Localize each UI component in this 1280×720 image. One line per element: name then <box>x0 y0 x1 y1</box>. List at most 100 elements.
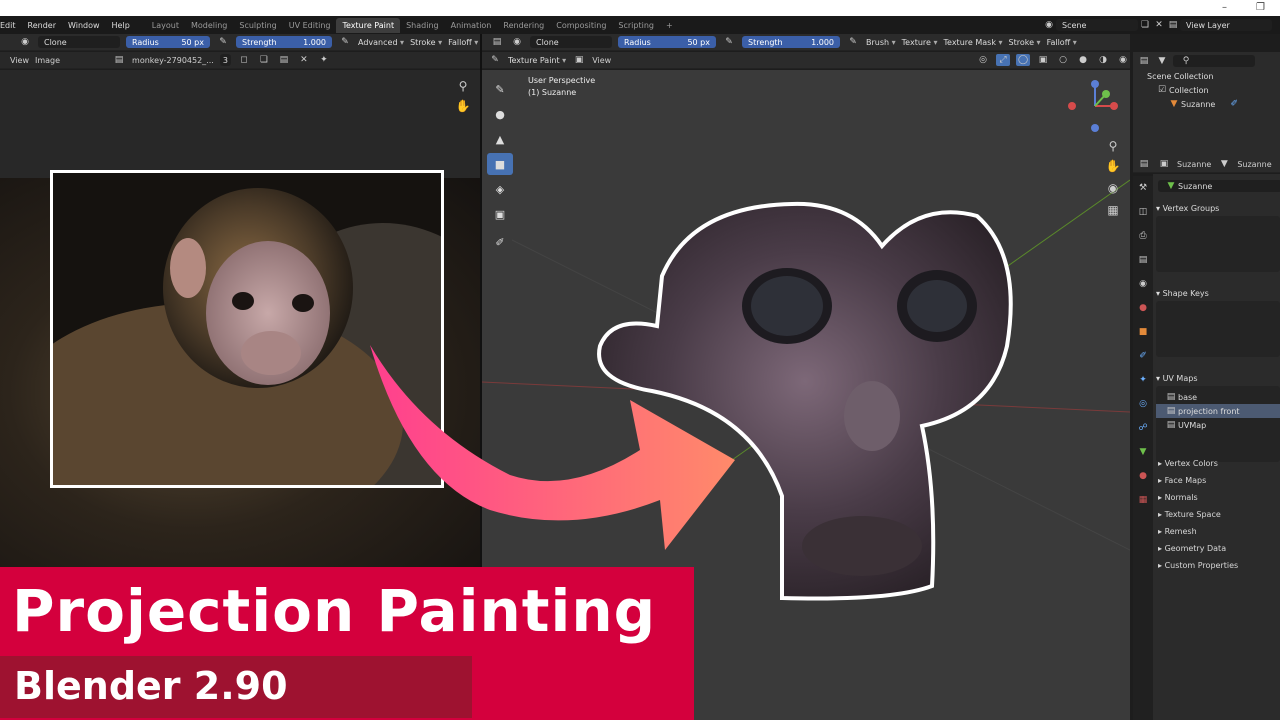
uv-map-item-selected[interactable]: ▤ projection front <box>1156 404 1280 418</box>
uv-maps-header[interactable]: ▾ UV Maps <box>1156 370 1280 386</box>
brush-name-field[interactable]: Clone <box>38 36 120 48</box>
world-tab-icon[interactable]: ● <box>1136 302 1150 314</box>
tab-scripting[interactable]: Scripting <box>612 18 660 33</box>
image-name[interactable]: monkey-2790452_... <box>132 56 214 65</box>
object-tab-icon[interactable]: ■ <box>1136 326 1150 338</box>
mesh-data-tab-icon[interactable]: ▼ <box>1136 446 1150 458</box>
image-menu[interactable]: Image <box>35 56 60 65</box>
menu-render[interactable]: Render <box>22 21 62 30</box>
mask-icon[interactable]: ▣ <box>572 54 586 66</box>
texture-dropdown[interactable]: Texture <box>902 38 938 47</box>
pressure-strength-icon[interactable]: ✎ <box>338 36 352 48</box>
soften-tool-icon[interactable]: ● <box>487 103 513 125</box>
tab-shading[interactable]: Shading <box>400 18 445 33</box>
render-tab-icon[interactable]: ◫ <box>1136 206 1150 218</box>
menu-edit[interactable]: Edit <box>0 21 22 30</box>
viewport-pan-icon[interactable]: ✋ <box>1106 159 1121 173</box>
collection-row[interactable]: ☑ Collection <box>1133 83 1280 97</box>
xray-icon[interactable]: ▣ <box>1036 54 1050 66</box>
viewport-pressure-strength-icon[interactable]: ✎ <box>846 36 860 48</box>
shading-solid-icon[interactable]: ● <box>1076 54 1090 66</box>
tab-uv-editing[interactable]: UV Editing <box>283 18 337 33</box>
shading-render-icon[interactable]: ◉ <box>1116 54 1130 66</box>
physics-tab-icon[interactable]: ◎ <box>1136 398 1150 410</box>
restore-icon[interactable]: ❐ <box>1256 2 1265 13</box>
gizmo-icon[interactable]: ⤢ <box>996 54 1010 66</box>
overlay-icon[interactable]: ◯ <box>1016 54 1030 66</box>
uv-map-item[interactable]: ▤ UVMap <box>1156 418 1280 432</box>
scene-tab-icon[interactable]: ◉ <box>1136 278 1150 290</box>
viewport-falloff-dropdown[interactable]: Falloff <box>1047 38 1077 47</box>
shading-wire-icon[interactable]: ○ <box>1056 54 1070 66</box>
view-layer-selector[interactable]: View Layer <box>1180 19 1272 31</box>
face-maps-panel[interactable]: ▸ Face Maps <box>1158 472 1206 489</box>
image-browse-icon[interactable]: ▤ <box>112 54 126 66</box>
tab-animation[interactable]: Animation <box>445 18 498 33</box>
texture-mask-dropdown[interactable]: Texture Mask <box>944 38 1003 47</box>
menu-help[interactable]: Help <box>106 21 136 30</box>
new-image-icon[interactable]: ❏ <box>257 54 271 66</box>
mode-dropdown[interactable]: Texture Paint <box>508 56 566 65</box>
zoom-icon[interactable]: ⚲ <box>456 79 470 93</box>
properties-editor-icon[interactable]: ▤ <box>1137 158 1151 170</box>
viewport-strength-slider[interactable]: Strength 1.000 <box>742 36 840 48</box>
modifier-tab-icon[interactable]: ✐ <box>1136 350 1150 362</box>
tab-compositing[interactable]: Compositing <box>550 18 612 33</box>
smear-tool-icon[interactable]: ▲ <box>487 128 513 150</box>
view-layer-tab-icon[interactable]: ▤ <box>1136 254 1150 266</box>
hand-icon[interactable]: ✋ <box>456 99 471 113</box>
viewport-pressure-icon[interactable]: ✎ <box>722 36 736 48</box>
draw-tool-icon[interactable]: ✎ <box>487 78 513 100</box>
uv-maps-list[interactable]: ▤ base ▤ projection front ▤ UVMap <box>1156 386 1280 462</box>
visibility-icon[interactable]: ◎ <box>976 54 990 66</box>
particles-tab-icon[interactable]: ✦ <box>1136 374 1150 386</box>
stroke-dropdown[interactable]: Stroke <box>410 38 442 47</box>
texture-space-panel[interactable]: ▸ Texture Space <box>1158 506 1221 523</box>
viewport-zoom-icon[interactable]: ⚲ <box>1106 139 1120 153</box>
output-tab-icon[interactable]: ⎙ <box>1136 230 1150 242</box>
falloff-dropdown[interactable]: Falloff <box>448 38 478 47</box>
fill-tool-icon[interactable]: ◈ <box>487 178 513 200</box>
pressure-icon[interactable]: ✎ <box>216 36 230 48</box>
viewport-view-menu[interactable]: View <box>592 56 611 65</box>
uv-map-item[interactable]: ▤ base <box>1156 390 1280 404</box>
outliner-search-input[interactable]: ⚲ <box>1173 54 1255 67</box>
camera-icon[interactable]: ◉ <box>1106 181 1120 195</box>
vertex-groups-header[interactable]: ▾ Vertex Groups <box>1156 200 1280 216</box>
vertex-colors-panel[interactable]: ▸ Vertex Colors <box>1158 455 1218 472</box>
view-menu[interactable]: View <box>10 56 29 65</box>
strength-slider[interactable]: Strength 1.000 <box>236 36 332 48</box>
brush-dropdown[interactable]: Brush <box>866 38 896 47</box>
copy-scene-icon[interactable]: ❏ <box>1138 19 1152 31</box>
tab-layout[interactable]: Layout <box>146 18 185 33</box>
shield-icon[interactable]: ◻ <box>237 54 251 66</box>
shape-keys-header[interactable]: ▾ Shape Keys <box>1156 285 1280 301</box>
geometry-data-panel[interactable]: ▸ Geometry Data <box>1158 540 1226 557</box>
normals-panel[interactable]: ▸ Normals <box>1158 489 1198 506</box>
close-scene-icon[interactable]: ✕ <box>1152 19 1166 31</box>
viewport-brush-name-field[interactable]: Clone <box>530 36 612 48</box>
custom-properties-panel[interactable]: ▸ Custom Properties <box>1158 557 1238 574</box>
menu-window[interactable]: Window <box>62 21 106 30</box>
shading-material-icon[interactable]: ◑ <box>1096 54 1110 66</box>
viewport-editor-type-icon[interactable]: ▤ <box>490 36 504 48</box>
vertex-groups-list[interactable] <box>1156 216 1280 272</box>
scene-collection-row[interactable]: Scene Collection <box>1133 69 1280 83</box>
tab-sculpting[interactable]: Sculpting <box>233 18 282 33</box>
material-tab-icon[interactable]: ● <box>1136 470 1150 482</box>
shape-keys-list[interactable] <box>1156 301 1280 357</box>
clone-tool-icon[interactable]: ■ <box>487 153 513 175</box>
annotate-tool-icon[interactable]: ✐ <box>487 231 513 253</box>
tab-modeling[interactable]: Modeling <box>185 18 233 33</box>
scene-selector[interactable]: Scene <box>1056 19 1138 31</box>
folder-icon[interactable]: ▤ <box>277 54 291 66</box>
minimize-icon[interactable]: – <box>1222 2 1227 13</box>
mask-tool-icon[interactable]: ▣ <box>487 203 513 225</box>
filter-icon[interactable]: ▼ <box>1155 55 1169 67</box>
ortho-grid-icon[interactable]: ▦ <box>1106 203 1120 217</box>
pin-icon[interactable]: ✦ <box>317 54 331 66</box>
tab-rendering[interactable]: Rendering <box>497 18 550 33</box>
radius-slider[interactable]: Radius 50 px <box>126 36 210 48</box>
constraints-tab-icon[interactable]: ☍ <box>1136 422 1150 434</box>
texture-tab-icon[interactable]: ▦ <box>1136 494 1150 506</box>
